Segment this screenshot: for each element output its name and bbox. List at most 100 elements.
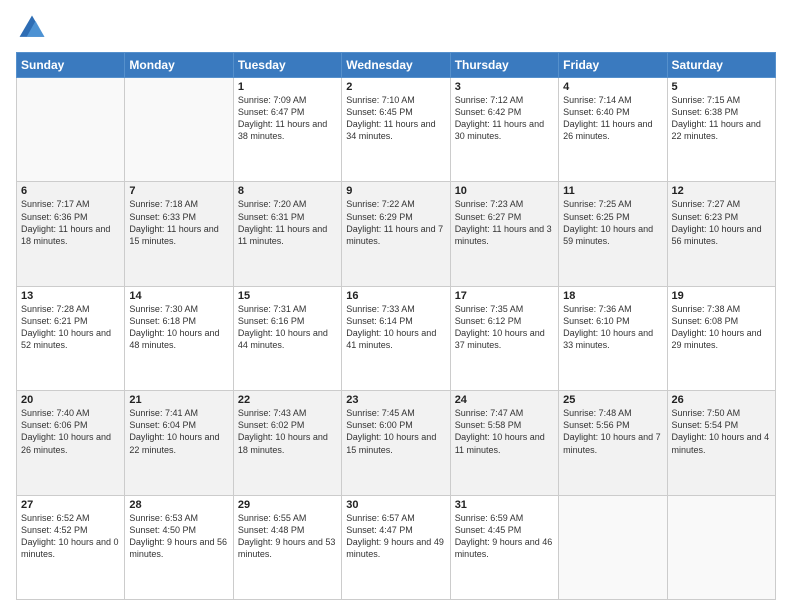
calendar-cell: 1Sunrise: 7:09 AMSunset: 6:47 PMDaylight… <box>233 78 341 182</box>
day-number: 6 <box>21 185 120 197</box>
day-number: 9 <box>346 185 445 197</box>
day-number: 5 <box>672 81 771 93</box>
calendar-week-row: 27Sunrise: 6:52 AMSunset: 4:52 PMDayligh… <box>17 495 776 599</box>
day-info: Sunrise: 7:43 AMSunset: 6:02 PMDaylight:… <box>238 407 337 456</box>
day-number: 28 <box>129 499 228 511</box>
calendar-cell: 2Sunrise: 7:10 AMSunset: 6:45 PMDaylight… <box>342 78 450 182</box>
logo <box>16 12 52 44</box>
day-number: 17 <box>455 290 554 302</box>
weekday-header-wednesday: Wednesday <box>342 53 450 78</box>
day-number: 18 <box>563 290 662 302</box>
weekday-header-saturday: Saturday <box>667 53 775 78</box>
weekday-header-monday: Monday <box>125 53 233 78</box>
day-number: 1 <box>238 81 337 93</box>
calendar-cell: 12Sunrise: 7:27 AMSunset: 6:23 PMDayligh… <box>667 182 775 286</box>
calendar-week-row: 1Sunrise: 7:09 AMSunset: 6:47 PMDaylight… <box>17 78 776 182</box>
day-info: Sunrise: 7:28 AMSunset: 6:21 PMDaylight:… <box>21 303 120 352</box>
page: SundayMondayTuesdayWednesdayThursdayFrid… <box>0 0 792 612</box>
calendar-cell: 4Sunrise: 7:14 AMSunset: 6:40 PMDaylight… <box>559 78 667 182</box>
day-info: Sunrise: 7:18 AMSunset: 6:33 PMDaylight:… <box>129 198 228 247</box>
weekday-header-thursday: Thursday <box>450 53 558 78</box>
calendar-cell: 23Sunrise: 7:45 AMSunset: 6:00 PMDayligh… <box>342 391 450 495</box>
logo-icon <box>16 12 48 44</box>
calendar-cell: 19Sunrise: 7:38 AMSunset: 6:08 PMDayligh… <box>667 286 775 390</box>
day-info: Sunrise: 7:48 AMSunset: 5:56 PMDaylight:… <box>563 407 662 456</box>
calendar-cell: 9Sunrise: 7:22 AMSunset: 6:29 PMDaylight… <box>342 182 450 286</box>
calendar-cell: 3Sunrise: 7:12 AMSunset: 6:42 PMDaylight… <box>450 78 558 182</box>
day-info: Sunrise: 7:27 AMSunset: 6:23 PMDaylight:… <box>672 198 771 247</box>
day-info: Sunrise: 7:41 AMSunset: 6:04 PMDaylight:… <box>129 407 228 456</box>
day-number: 14 <box>129 290 228 302</box>
calendar-cell: 25Sunrise: 7:48 AMSunset: 5:56 PMDayligh… <box>559 391 667 495</box>
day-number: 26 <box>672 394 771 406</box>
day-number: 11 <box>563 185 662 197</box>
calendar-cell <box>125 78 233 182</box>
calendar-cell <box>667 495 775 599</box>
day-info: Sunrise: 7:36 AMSunset: 6:10 PMDaylight:… <box>563 303 662 352</box>
calendar-cell: 6Sunrise: 7:17 AMSunset: 6:36 PMDaylight… <box>17 182 125 286</box>
calendar-cell: 5Sunrise: 7:15 AMSunset: 6:38 PMDaylight… <box>667 78 775 182</box>
day-number: 22 <box>238 394 337 406</box>
day-info: Sunrise: 6:57 AMSunset: 4:47 PMDaylight:… <box>346 512 445 561</box>
day-info: Sunrise: 6:55 AMSunset: 4:48 PMDaylight:… <box>238 512 337 561</box>
calendar-cell: 30Sunrise: 6:57 AMSunset: 4:47 PMDayligh… <box>342 495 450 599</box>
day-number: 20 <box>21 394 120 406</box>
day-info: Sunrise: 7:20 AMSunset: 6:31 PMDaylight:… <box>238 198 337 247</box>
weekday-header-tuesday: Tuesday <box>233 53 341 78</box>
calendar-cell: 15Sunrise: 7:31 AMSunset: 6:16 PMDayligh… <box>233 286 341 390</box>
day-number: 12 <box>672 185 771 197</box>
calendar-cell: 31Sunrise: 6:59 AMSunset: 4:45 PMDayligh… <box>450 495 558 599</box>
day-info: Sunrise: 7:25 AMSunset: 6:25 PMDaylight:… <box>563 198 662 247</box>
day-info: Sunrise: 7:50 AMSunset: 5:54 PMDaylight:… <box>672 407 771 456</box>
calendar-cell: 29Sunrise: 6:55 AMSunset: 4:48 PMDayligh… <box>233 495 341 599</box>
day-number: 10 <box>455 185 554 197</box>
calendar-cell: 7Sunrise: 7:18 AMSunset: 6:33 PMDaylight… <box>125 182 233 286</box>
day-info: Sunrise: 7:38 AMSunset: 6:08 PMDaylight:… <box>672 303 771 352</box>
day-info: Sunrise: 7:09 AMSunset: 6:47 PMDaylight:… <box>238 94 337 143</box>
day-number: 21 <box>129 394 228 406</box>
day-info: Sunrise: 7:45 AMSunset: 6:00 PMDaylight:… <box>346 407 445 456</box>
day-info: Sunrise: 7:31 AMSunset: 6:16 PMDaylight:… <box>238 303 337 352</box>
calendar-cell: 22Sunrise: 7:43 AMSunset: 6:02 PMDayligh… <box>233 391 341 495</box>
day-info: Sunrise: 7:10 AMSunset: 6:45 PMDaylight:… <box>346 94 445 143</box>
calendar-cell: 16Sunrise: 7:33 AMSunset: 6:14 PMDayligh… <box>342 286 450 390</box>
day-info: Sunrise: 7:33 AMSunset: 6:14 PMDaylight:… <box>346 303 445 352</box>
day-info: Sunrise: 6:59 AMSunset: 4:45 PMDaylight:… <box>455 512 554 561</box>
calendar-week-row: 6Sunrise: 7:17 AMSunset: 6:36 PMDaylight… <box>17 182 776 286</box>
weekday-header-sunday: Sunday <box>17 53 125 78</box>
day-info: Sunrise: 7:22 AMSunset: 6:29 PMDaylight:… <box>346 198 445 247</box>
day-number: 24 <box>455 394 554 406</box>
calendar-cell <box>559 495 667 599</box>
weekday-header-friday: Friday <box>559 53 667 78</box>
day-info: Sunrise: 7:30 AMSunset: 6:18 PMDaylight:… <box>129 303 228 352</box>
calendar-cell: 18Sunrise: 7:36 AMSunset: 6:10 PMDayligh… <box>559 286 667 390</box>
day-number: 19 <box>672 290 771 302</box>
day-number: 3 <box>455 81 554 93</box>
calendar-cell: 27Sunrise: 6:52 AMSunset: 4:52 PMDayligh… <box>17 495 125 599</box>
calendar-cell <box>17 78 125 182</box>
day-number: 16 <box>346 290 445 302</box>
day-info: Sunrise: 7:47 AMSunset: 5:58 PMDaylight:… <box>455 407 554 456</box>
calendar-cell: 13Sunrise: 7:28 AMSunset: 6:21 PMDayligh… <box>17 286 125 390</box>
header <box>16 12 776 44</box>
day-number: 31 <box>455 499 554 511</box>
day-number: 15 <box>238 290 337 302</box>
calendar-cell: 8Sunrise: 7:20 AMSunset: 6:31 PMDaylight… <box>233 182 341 286</box>
calendar-cell: 20Sunrise: 7:40 AMSunset: 6:06 PMDayligh… <box>17 391 125 495</box>
day-info: Sunrise: 7:35 AMSunset: 6:12 PMDaylight:… <box>455 303 554 352</box>
day-number: 30 <box>346 499 445 511</box>
weekday-header-row: SundayMondayTuesdayWednesdayThursdayFrid… <box>17 53 776 78</box>
day-number: 27 <box>21 499 120 511</box>
calendar-cell: 24Sunrise: 7:47 AMSunset: 5:58 PMDayligh… <box>450 391 558 495</box>
day-number: 8 <box>238 185 337 197</box>
calendar-cell: 28Sunrise: 6:53 AMSunset: 4:50 PMDayligh… <box>125 495 233 599</box>
calendar-cell: 17Sunrise: 7:35 AMSunset: 6:12 PMDayligh… <box>450 286 558 390</box>
calendar-cell: 10Sunrise: 7:23 AMSunset: 6:27 PMDayligh… <box>450 182 558 286</box>
day-info: Sunrise: 6:52 AMSunset: 4:52 PMDaylight:… <box>21 512 120 561</box>
day-number: 4 <box>563 81 662 93</box>
calendar-week-row: 13Sunrise: 7:28 AMSunset: 6:21 PMDayligh… <box>17 286 776 390</box>
day-number: 25 <box>563 394 662 406</box>
day-number: 7 <box>129 185 228 197</box>
calendar-table: SundayMondayTuesdayWednesdayThursdayFrid… <box>16 52 776 600</box>
day-number: 23 <box>346 394 445 406</box>
